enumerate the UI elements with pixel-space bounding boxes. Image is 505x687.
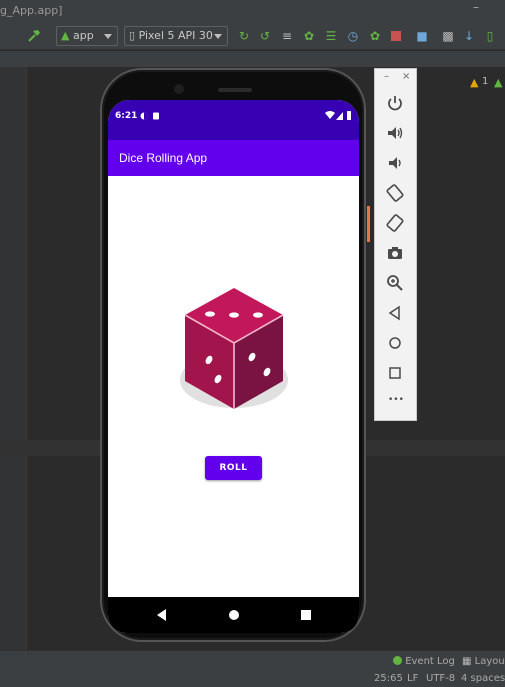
stop-icon[interactable]	[388, 28, 404, 44]
event-log-button[interactable]: Event Log	[393, 656, 455, 667]
app-bar: Dice Rolling App	[108, 140, 359, 176]
layout-icon: ▦	[462, 656, 472, 667]
nav-home-icon[interactable]	[228, 608, 240, 622]
window-title: g_App.app]	[0, 4, 63, 17]
device-label: Pixel 5 API 30	[138, 29, 213, 42]
profiler-icon[interactable]: ◷	[345, 28, 361, 44]
chevron-down-icon	[214, 34, 222, 39]
zoom-icon[interactable]	[385, 273, 405, 293]
cursor-position[interactable]: 25:65	[374, 673, 403, 684]
phone-icon: ▯	[129, 29, 136, 42]
earpiece-speaker	[218, 88, 252, 92]
android-status-bar: 6:21	[108, 100, 359, 140]
volume-up-icon[interactable]	[385, 123, 405, 143]
rotate-left-icon[interactable]	[385, 183, 405, 203]
profile-icon[interactable]: ≡	[279, 28, 295, 44]
gutter-divider	[26, 67, 27, 650]
nav-back-icon[interactable]	[156, 608, 168, 622]
ide-toolbar: ▲ app ▯ Pixel 5 API 30 ↻ ↺ ≡ ✿ ☰ ◷ ✿ ■ ▩…	[0, 22, 505, 50]
android-nav-bar	[108, 597, 359, 633]
signal-battery-icons	[325, 111, 351, 120]
build-hammer-icon[interactable]	[26, 28, 42, 44]
app-title: Dice Rolling App	[119, 151, 208, 165]
device-manager-icon[interactable]: ▩	[440, 28, 456, 44]
emulator-toolbar: – × •••	[374, 68, 417, 421]
debug-bug-icon[interactable]: ✿	[301, 28, 317, 44]
device-dropdown[interactable]: ▯ Pixel 5 API 30	[124, 26, 228, 46]
event-log-label: Event Log	[405, 656, 455, 667]
warning-count: 1	[482, 76, 489, 87]
more-options-icon[interactable]: •••	[388, 395, 404, 405]
overview-icon[interactable]	[385, 363, 405, 383]
apply-changes-restart-icon[interactable]: ↻	[236, 28, 252, 44]
back-icon[interactable]	[385, 303, 405, 323]
navigation-bar	[0, 51, 505, 67]
nav-recents-icon[interactable]	[300, 608, 312, 622]
android-icon: ▲	[61, 29, 70, 42]
run-config-label: app	[72, 29, 94, 42]
sdk-manager-icon[interactable]: ↓	[461, 28, 477, 44]
volume-down-icon[interactable]	[385, 153, 405, 173]
ok-check-icon: ▲	[494, 76, 503, 89]
device-screen[interactable]: 6:21 Dice Rolling App ROLL	[108, 100, 359, 633]
sync-project-icon[interactable]: ■	[414, 28, 430, 44]
warning-icon[interactable]: ▲	[470, 76, 478, 89]
run-tests-icon[interactable]: ☰	[323, 28, 339, 44]
layout-label: Layout	[474, 656, 505, 667]
rotate-right-icon[interactable]	[385, 213, 405, 233]
panel-minimize-button[interactable]: –	[384, 71, 389, 82]
line-separator[interactable]: LF	[407, 673, 418, 684]
layout-inspector-icon[interactable]: ▯	[482, 28, 498, 44]
camera-screenshot-icon[interactable]	[385, 243, 405, 263]
home-icon[interactable]	[385, 333, 405, 353]
editor-gutter	[0, 67, 26, 650]
attach-debugger-icon[interactable]: ✿	[367, 28, 383, 44]
status-time: 6:21	[115, 111, 138, 121]
dice-image	[174, 285, 294, 417]
panel-close-button[interactable]: ×	[402, 71, 410, 82]
file-encoding[interactable]: UTF-8	[426, 673, 455, 684]
indent-setting[interactable]: 4 spaces	[461, 673, 505, 684]
resize-handle[interactable]	[367, 206, 370, 242]
ide-status-bar: Event Log ▦ Layout 25:65 LF UTF-8 4 spac…	[0, 650, 505, 687]
apply-code-changes-icon[interactable]: ↺	[257, 28, 273, 44]
power-icon[interactable]	[385, 93, 405, 113]
ide-title-bar: g_App.app] –	[0, 0, 505, 22]
chevron-down-icon	[104, 34, 112, 39]
run-config-dropdown[interactable]: ▲ app	[56, 26, 118, 46]
front-camera	[174, 84, 184, 94]
event-log-icon	[393, 656, 402, 665]
roll-button[interactable]: ROLL	[205, 456, 262, 480]
layout-inspector-button[interactable]: ▦ Layout	[462, 656, 505, 667]
window-minimize-button[interactable]: –	[473, 0, 479, 14]
notification-icons	[140, 112, 159, 120]
